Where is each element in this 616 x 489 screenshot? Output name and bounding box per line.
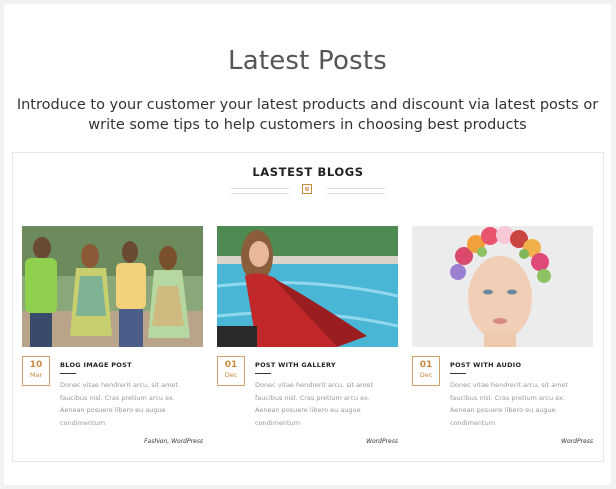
post-excerpt: Donec vitae hendrerit arcu, sit amet fau… <box>450 381 568 427</box>
title-underline <box>255 373 271 374</box>
post-excerpt: Donec vitae hendrerit arcu, sit amet fau… <box>255 381 373 427</box>
title-underline <box>450 373 466 374</box>
post-title-link[interactable]: POST WITH AUDIO <box>450 361 521 369</box>
post-tags[interactable]: WordPress <box>561 438 593 445</box>
blog-ornament-icon <box>302 184 312 194</box>
post-tags[interactable]: WordPress <box>366 438 398 445</box>
post-excerpt: Donec vitae hendrerit arcu, sit amet fau… <box>60 381 178 427</box>
post-date-day: 01 <box>224 360 238 370</box>
blog-post-card: 01 Dec POST WITH GALLERY Donec vitae hen… <box>217 222 398 452</box>
post-thumbnail-image[interactable] <box>217 226 398 347</box>
post-date-month: Dec <box>224 371 238 379</box>
post-date-day: 01 <box>419 360 433 370</box>
post-date-month: Mar <box>29 371 43 379</box>
title-underline <box>60 373 76 374</box>
post-date-badge: 01 Dec <box>217 356 245 386</box>
title-divider-left <box>231 188 289 194</box>
blog-post-card: 10 Mar BLOG IMAGE POST Donec vitae hendr… <box>22 222 203 452</box>
title-divider-right <box>327 188 385 194</box>
post-date-badge: 01 Dec <box>412 356 440 386</box>
latest-posts-section: Latest Posts Introduce to your customer … <box>4 4 611 485</box>
blogs-section-title: LASTEST BLOGS <box>252 165 364 179</box>
post-tags[interactable]: Fashion, WordPress <box>144 438 203 445</box>
post-date-month: Dec <box>419 371 433 379</box>
post-thumbnail-image[interactable] <box>22 226 203 347</box>
post-date-day: 10 <box>29 360 43 370</box>
post-thumbnail-image[interactable] <box>412 226 593 347</box>
page-title: Latest Posts <box>228 46 387 76</box>
post-title-link[interactable]: POST WITH GALLERY <box>255 361 336 369</box>
post-title-link[interactable]: BLOG IMAGE POST <box>60 361 132 369</box>
intro-text: Introduce to your customer your latest p… <box>16 97 599 133</box>
latest-blogs-panel: LASTEST BLOGS 10 Mar BLOG IMAGE POST Don… <box>12 152 604 462</box>
blog-post-card: 01 Dec POST WITH AUDIO Donec vitae hendr… <box>412 222 593 452</box>
post-date-badge: 10 Mar <box>22 356 50 386</box>
